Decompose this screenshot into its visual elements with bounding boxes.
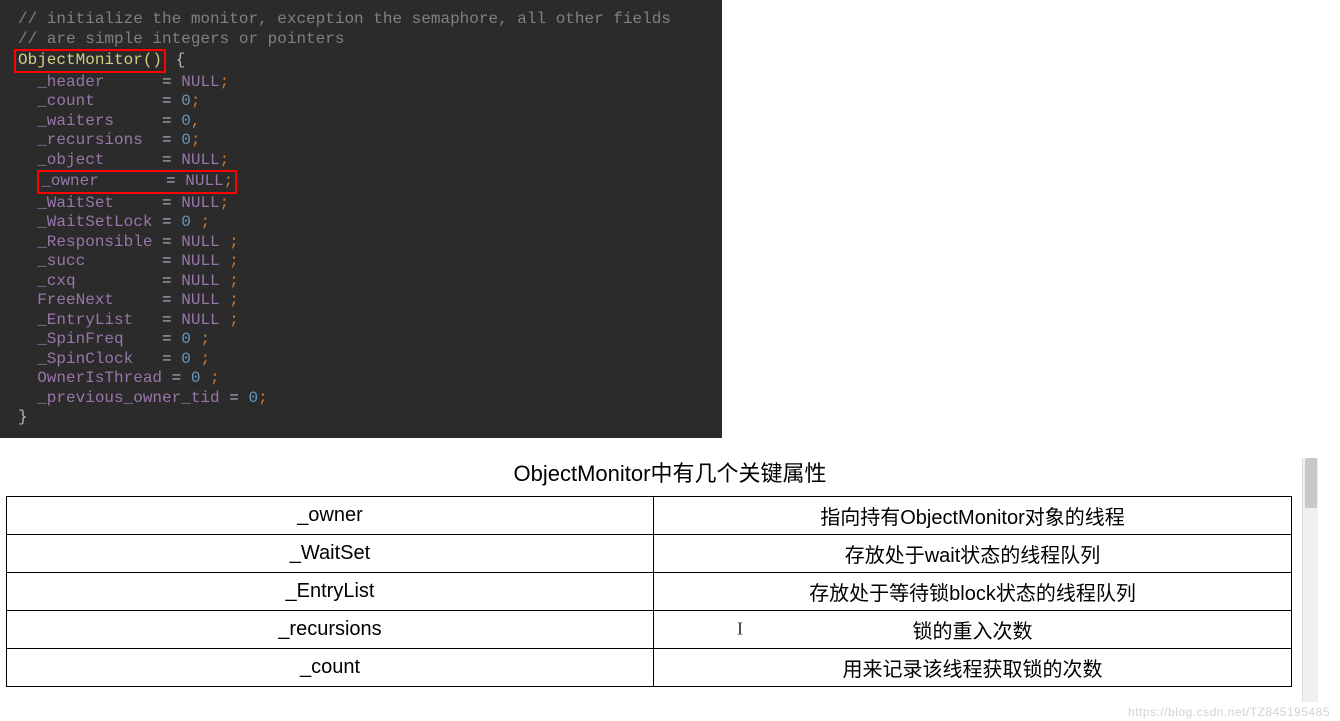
code-line: _waiters = 0, bbox=[18, 112, 704, 132]
code-comment: // are simple integers or pointers bbox=[18, 30, 704, 50]
attr-desc-cell: 指向持有ObjectMonitor对象的线程 bbox=[654, 496, 1292, 534]
attr-name-cell: _WaitSet bbox=[7, 534, 654, 572]
code-comment: // initialize the monitor, exception the… bbox=[18, 10, 704, 30]
table-row: _recursionsI锁的重入次数 bbox=[7, 610, 1292, 648]
code-block: // initialize the monitor, exception the… bbox=[0, 0, 722, 438]
scrollbar[interactable] bbox=[1302, 458, 1318, 702]
doc-section: ObjectMonitor中有几个关键属性 _owner指向持有ObjectMo… bbox=[0, 456, 1340, 687]
code-line: _cxq = NULL ; bbox=[18, 272, 704, 292]
table-row: _owner指向持有ObjectMonitor对象的线程 bbox=[7, 496, 1292, 534]
code-line: _previous_owner_tid = 0; bbox=[18, 389, 704, 409]
attr-desc-cell: 用来记录该线程获取锁的次数 bbox=[654, 648, 1292, 686]
code-line: _succ = NULL ; bbox=[18, 252, 704, 272]
code-line: _header = NULL; bbox=[18, 73, 704, 93]
code-line: _object = NULL; bbox=[18, 151, 704, 171]
table-row: _WaitSet存放处于wait状态的线程队列 bbox=[7, 534, 1292, 572]
code-line: _WaitSetLock = 0 ; bbox=[18, 213, 704, 233]
attr-desc-cell: 存放处于等待锁block状态的线程队列 bbox=[654, 572, 1292, 610]
code-line: _EntryList = NULL ; bbox=[18, 311, 704, 331]
attributes-table: _owner指向持有ObjectMonitor对象的线程_WaitSet存放处于… bbox=[6, 496, 1292, 687]
table-row: _count用来记录该线程获取锁的次数 bbox=[7, 648, 1292, 686]
table-row: _EntryList存放处于等待锁block状态的线程队列 bbox=[7, 572, 1292, 610]
code-line: _Responsible = NULL ; bbox=[18, 233, 704, 253]
code-close-brace: } bbox=[18, 408, 704, 428]
attr-name-cell: _count bbox=[7, 648, 654, 686]
attr-name-cell: _owner bbox=[7, 496, 654, 534]
code-line: _SpinFreq = 0 ; bbox=[18, 330, 704, 350]
code-line: _recursions = 0; bbox=[18, 131, 704, 151]
code-line: _WaitSet = NULL; bbox=[18, 194, 704, 214]
code-line: _SpinClock = 0 ; bbox=[18, 350, 704, 370]
scrollbar-thumb[interactable] bbox=[1305, 458, 1317, 508]
code-line: _count = 0; bbox=[18, 92, 704, 112]
attr-desc-cell: 存放处于wait状态的线程队列 bbox=[654, 534, 1292, 572]
attr-name-cell: _recursions bbox=[7, 610, 654, 648]
doc-title: ObjectMonitor中有几个关键属性 bbox=[6, 456, 1334, 488]
code-line: _owner = NULL; bbox=[18, 170, 704, 194]
code-line: FreeNext = NULL ; bbox=[18, 291, 704, 311]
attr-name-cell: _EntryList bbox=[7, 572, 654, 610]
code-func-decl: ObjectMonitor() { bbox=[18, 49, 704, 73]
attr-desc-cell: I锁的重入次数 bbox=[654, 610, 1292, 648]
watermark: https://blog.csdn.net/TZ845195485 bbox=[1128, 705, 1330, 719]
code-line: OwnerIsThread = 0 ; bbox=[18, 369, 704, 389]
text-cursor-icon: I bbox=[737, 619, 743, 640]
